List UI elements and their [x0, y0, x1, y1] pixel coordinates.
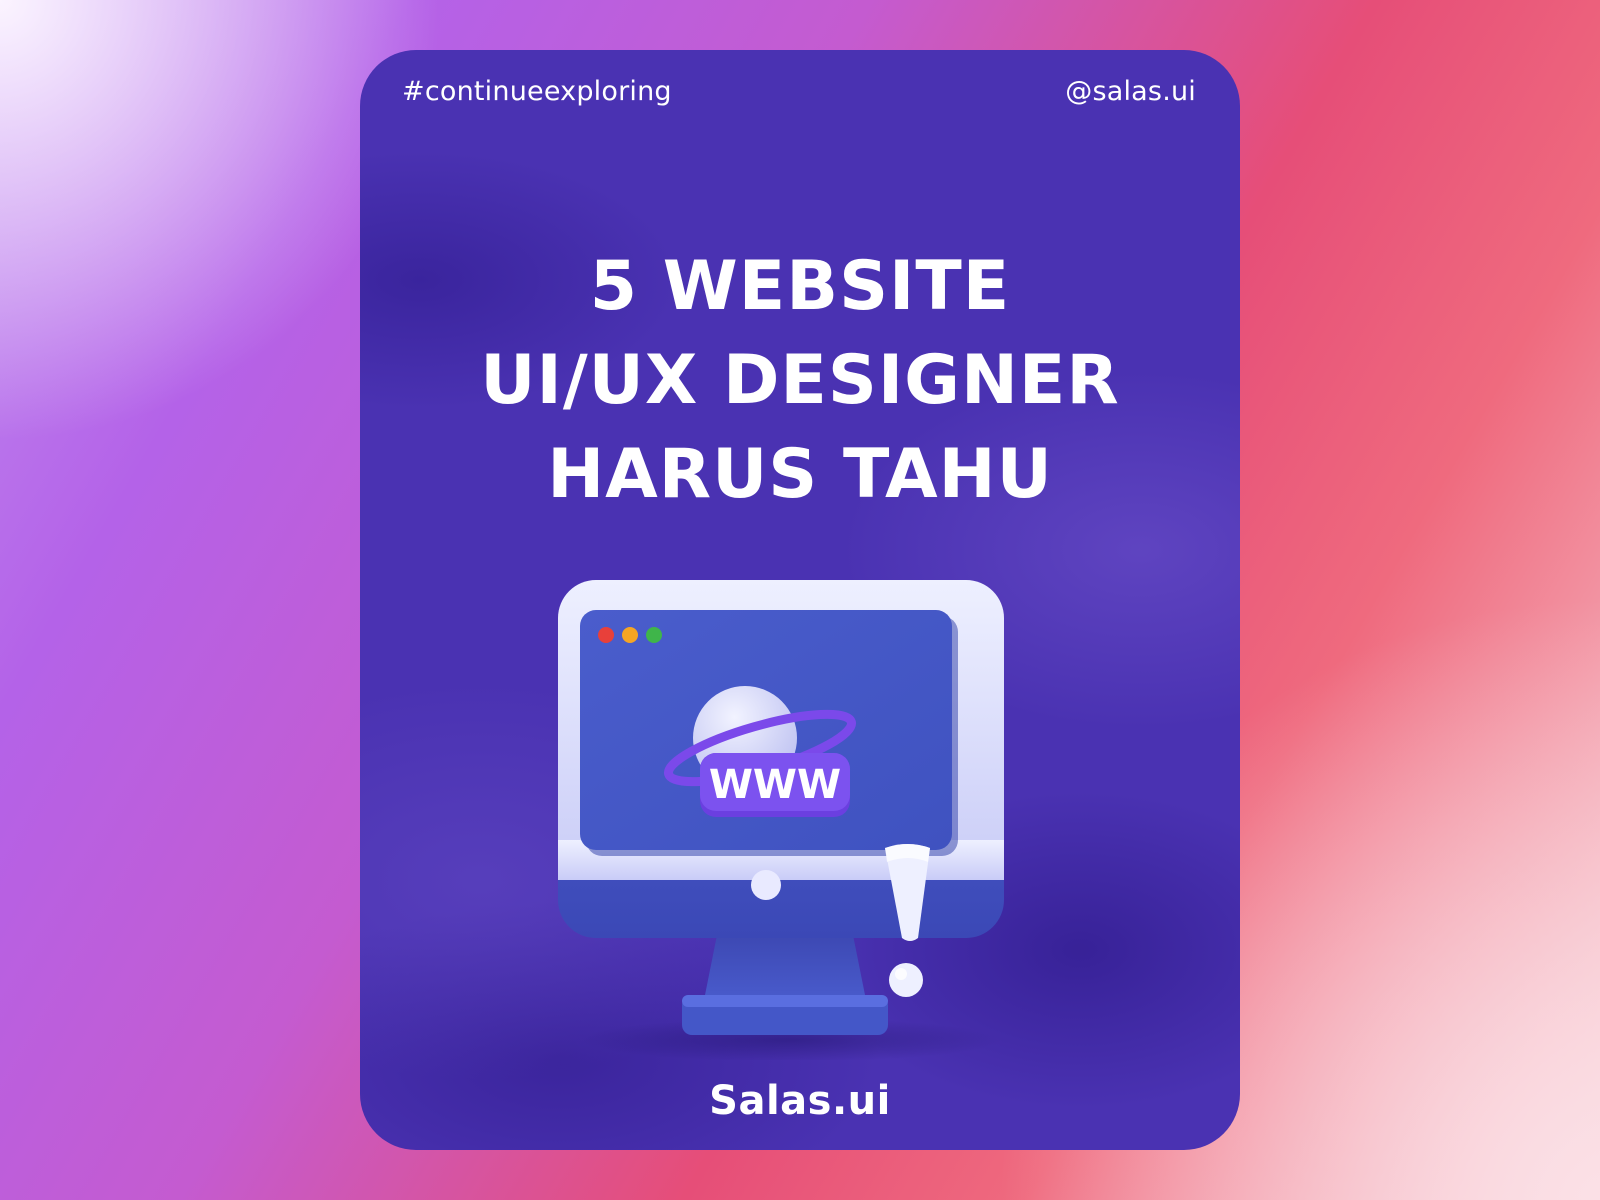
hashtag-label: #continueexploring [402, 76, 672, 107]
headline-line-1: 5 WEBSITE [589, 247, 1011, 326]
headline: 5 WEBSITE UI/UX DESIGNER HARUS TAHU [360, 240, 1240, 522]
headline-line-3: HARUS TAHU [547, 435, 1053, 514]
www-label: WWW [709, 762, 841, 808]
promo-card: #continueexploring @salas.ui 5 WEBSITE U… [360, 50, 1240, 1150]
power-button [751, 870, 781, 900]
headline-line-2: UI/UX DESIGNER [480, 341, 1120, 420]
brand-logo: Salas.ui [709, 1078, 891, 1124]
monitor-icon: WWW [558, 580, 1004, 1060]
window-dots [598, 627, 662, 643]
handle-label: @salas.ui [1065, 76, 1196, 107]
